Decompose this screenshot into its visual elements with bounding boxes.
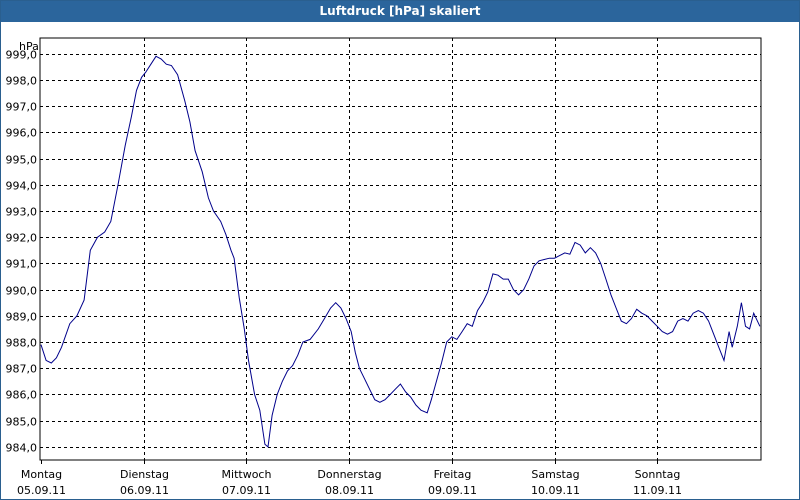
y-tick-label: 987,0 (6, 363, 38, 376)
plot-area (39, 37, 762, 461)
y-tick-label: 994,0 (6, 180, 38, 193)
x-tick-date-label: 05.09.11 (17, 484, 66, 497)
y-tick-label: 992,0 (6, 232, 38, 245)
x-tick-day-label: Mittwoch (222, 468, 272, 481)
x-tick-date-label: 08.09.11 (325, 484, 374, 497)
x-tick-date-label: 11.09.11 (633, 484, 682, 497)
x-tick-day-label: Samstag (531, 468, 579, 481)
grid (40, 38, 761, 460)
y-tick-label: 986,0 (6, 389, 38, 402)
x-tick-date-label: 06.09.11 (120, 484, 169, 497)
y-tick-label: 998,0 (6, 75, 38, 88)
series-layer (40, 55, 761, 448)
x-tick-day-label: Montag (21, 468, 62, 481)
y-tick-label: 997,0 (6, 101, 38, 114)
y-axis-ticks: 984,0 985,0 986,0 987,0 988,0 989,0 990,0 991,0… (6, 49, 38, 455)
y-tick-label: 993,0 (6, 206, 38, 219)
x-axis-ticks: Montag 05.09.11 Dienstag 06.09.11 Mittwoch 07… (17, 460, 682, 497)
pressure-series-line (40, 55, 761, 448)
x-tick-date-label: 10.09.11 (531, 484, 580, 497)
x-tick-day-label: Donnerstag (317, 468, 381, 481)
x-tick-day-label: Freitag (434, 468, 472, 481)
y-tick-label: 996,0 (6, 127, 38, 140)
y-tick-label: 999,0 (6, 49, 38, 62)
y-tick-label: 991,0 (6, 258, 38, 271)
x-tick-day-label: Sonntag (635, 468, 681, 481)
y-tick-label: 984,0 (6, 442, 38, 455)
y-tick-label: 995,0 (6, 154, 38, 167)
pressure-chart: hPa 984,0985,0986,0987,0988,0989,0990,09… (6, 37, 762, 497)
x-tick-date-label: 09.09.11 (428, 484, 477, 497)
y-tick-label: 990,0 (6, 285, 38, 298)
x-tick-day-label: Dienstag (120, 468, 169, 481)
y-tick-label: 989,0 (6, 311, 38, 324)
y-tick-label: 988,0 (6, 337, 38, 350)
x-tick-date-label: 07.09.11 (222, 484, 271, 497)
y-tick-label: 985,0 (6, 416, 38, 429)
